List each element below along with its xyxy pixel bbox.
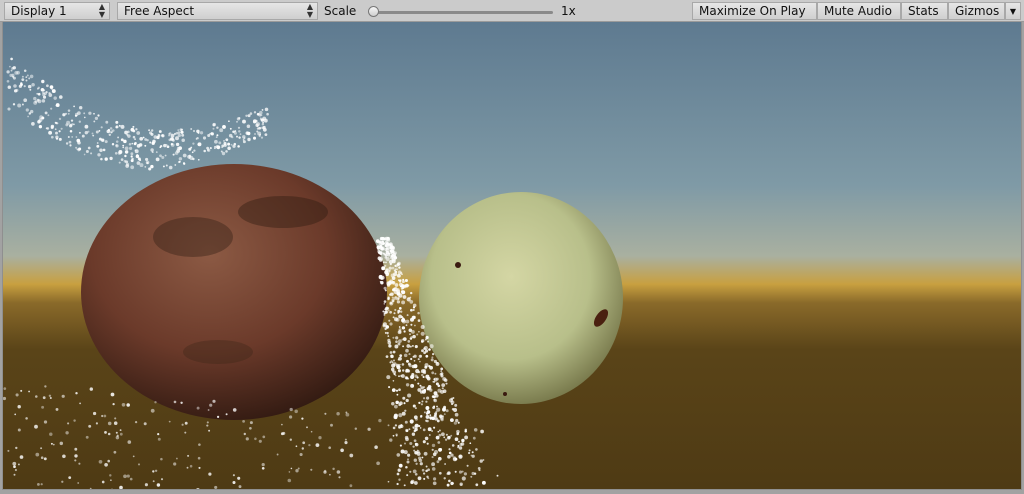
display-dropdown-label: Display 1 bbox=[11, 4, 67, 18]
scale-slider[interactable] bbox=[370, 11, 553, 14]
scale-label: Scale bbox=[324, 4, 357, 18]
brown-sphere-marking bbox=[153, 217, 233, 257]
mute-audio-toggle[interactable]: Mute Audio bbox=[817, 2, 901, 20]
display-dropdown[interactable]: Display 1 ▲ ▼ bbox=[4, 2, 110, 20]
dropdown-arrows-icon: ▲ ▼ bbox=[98, 2, 105, 19]
sphere-spot bbox=[455, 262, 461, 268]
brown-sphere-marking bbox=[238, 196, 328, 228]
maximize-on-play-toggle[interactable]: Maximize On Play bbox=[692, 2, 817, 20]
game-scene bbox=[3, 22, 1021, 489]
brown-sphere-marking bbox=[183, 340, 253, 364]
pale-green-sphere bbox=[419, 192, 623, 404]
sphere-spot bbox=[503, 392, 507, 396]
aspect-dropdown[interactable]: Free Aspect ▲ ▼ bbox=[117, 2, 318, 20]
stats-toggle[interactable]: Stats bbox=[901, 2, 948, 20]
scale-value: 1x bbox=[561, 4, 576, 18]
scale-slider-thumb[interactable] bbox=[368, 6, 379, 17]
dropdown-arrows-icon: ▲ ▼ bbox=[306, 2, 313, 19]
brown-sphere bbox=[81, 164, 387, 420]
gizmos-toggle[interactable]: Gizmos bbox=[948, 2, 1005, 20]
game-view-toolbar: Display 1 ▲ ▼ Free Aspect ▲ ▼ Scale 1x Max… bbox=[0, 0, 1024, 22]
aspect-dropdown-label: Free Aspect bbox=[124, 4, 195, 18]
game-viewport[interactable] bbox=[2, 22, 1022, 490]
gizmos-dropdown-arrow-icon[interactable]: ▼ bbox=[1005, 2, 1021, 20]
